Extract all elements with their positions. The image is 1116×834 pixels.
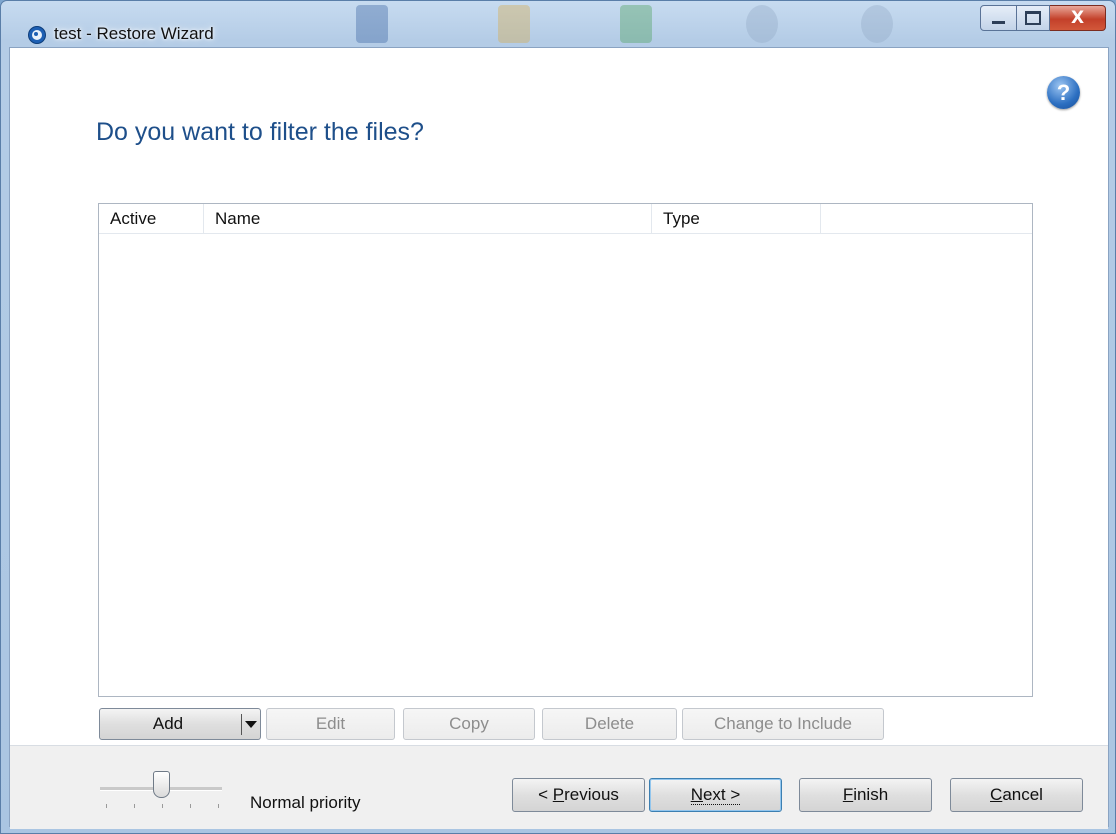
slider-tick [162,804,163,808]
chevron-down-icon[interactable] [245,721,257,728]
add-button-label: Add [152,714,184,733]
window-title: test - Restore Wizard [54,24,214,43]
minimize-icon [992,21,1005,24]
previous-button[interactable]: < Previous [512,778,645,812]
cancel-button-mnemonic: C [990,785,1003,804]
slider-tick [106,804,107,808]
title-bar[interactable]: test - Restore Wizard X [1,1,1115,47]
finish-button-rest: inish [853,785,889,804]
maximize-button[interactable] [1017,5,1050,31]
filter-list[interactable]: Active Name Type [98,203,1033,697]
copy-button[interactable]: Copy [403,708,535,740]
help-icon[interactable]: ? [1047,76,1080,109]
split-separator [241,714,242,735]
close-button[interactable]: X [1050,5,1106,31]
change-to-include-button[interactable]: Change to Include [682,708,884,740]
background-taskbar-icon [498,5,530,43]
previous-button-prefix: < [538,785,553,804]
page-title: Do you want to filter the files? [96,118,424,146]
column-header-name[interactable]: Name [204,204,652,233]
slider-tick [134,804,135,808]
minimize-button[interactable] [980,5,1017,31]
add-split-button[interactable]: Add [99,708,261,740]
priority-label: Normal priority [250,793,361,812]
slider-tick [218,804,219,808]
window-controls: X [980,5,1106,33]
next-button[interactable]: Next > [649,778,782,812]
background-taskbar-icon [620,5,652,43]
slider-thumb[interactable] [153,771,170,798]
cancel-button-rest: ancel [1002,785,1043,804]
next-button-mnemonic: N [690,785,703,804]
column-header-type[interactable]: Type [652,204,821,233]
filter-list-header: Active Name Type [99,204,1032,234]
finish-button[interactable]: Finish [799,778,932,812]
slider-tick [190,804,191,808]
edit-button[interactable]: Edit [266,708,395,740]
background-taskbar-icon [746,5,778,43]
wizard-footer: Normal priority < Previous Next > Finish… [10,745,1108,829]
column-header-active[interactable]: Active [99,204,204,233]
finish-button-mnemonic: F [842,785,854,804]
close-icon: X [1070,8,1085,28]
background-taskbar-icon [861,5,893,43]
next-button-label: Next > [690,785,741,805]
maximize-icon [1025,11,1041,25]
app-icon[interactable] [28,26,46,44]
column-header-filler [821,204,1032,233]
restore-wizard-window: test - Restore Wizard X ? Do you want to… [0,0,1116,834]
previous-button-rest: revious [564,785,619,804]
background-taskbar-icon [356,5,388,43]
cancel-button[interactable]: Cancel [950,778,1083,812]
previous-button-mnemonic: P [552,785,565,804]
wizard-client-area: ? Do you want to filter the files? Activ… [9,47,1109,829]
delete-button[interactable]: Delete [542,708,677,740]
next-button-rest: ext > [702,785,741,804]
